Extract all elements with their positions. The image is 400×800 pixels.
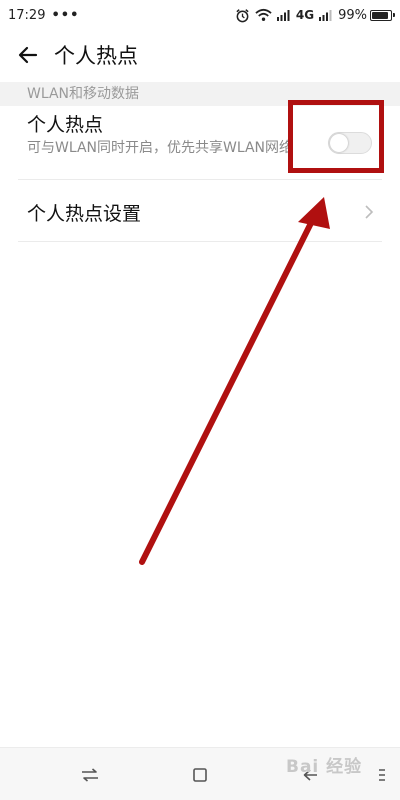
status-right: 4G 99% [230, 7, 395, 23]
status-bar: 17:29 ••• 4G 99% [0, 0, 400, 30]
switch-apps-button[interactable] [78, 764, 102, 786]
battery-icon [370, 9, 395, 21]
hotspot-description: 可与WLAN同时开启，优先共享WLAN网络 [27, 140, 294, 156]
navigation-bar [0, 747, 400, 800]
hotspot-toggle-row[interactable]: 个人热点 可与WLAN同时开启，优先共享WLAN网络 [18, 106, 382, 180]
hotspot-toggle-switch[interactable] [328, 132, 372, 154]
menu-icon [379, 769, 385, 781]
page-title: 个人热点 [54, 44, 138, 68]
wifi-icon [255, 8, 272, 22]
network-type: 4G [295, 8, 315, 22]
alarm-icon [235, 8, 250, 23]
back-icon [303, 769, 317, 781]
signal-icon [276, 9, 291, 21]
home-button[interactable] [188, 764, 212, 786]
back-button[interactable] [8, 35, 48, 75]
switch-apps-icon [82, 768, 98, 782]
home-icon [193, 768, 207, 782]
toggle-knob [330, 134, 348, 152]
hotspot-title: 个人热点 [27, 114, 104, 136]
signal-icon-2 [319, 9, 333, 21]
status-left: 17:29 ••• [8, 8, 79, 23]
chevron-right-icon [365, 205, 374, 219]
hotspot-settings-row[interactable]: 个人热点设置 [18, 180, 382, 242]
battery-percent: 99% [338, 7, 367, 23]
status-time: 17:29 [8, 7, 46, 23]
menu-button[interactable] [370, 764, 394, 786]
section-header: WLAN和移动数据 [0, 82, 400, 106]
battery-fill [372, 11, 388, 19]
status-dots: ••• [51, 7, 80, 23]
hotspot-settings-label: 个人热点设置 [27, 203, 142, 225]
toolbar: 个人热点 [0, 30, 400, 80]
nav-back-button[interactable] [298, 764, 322, 786]
back-arrow-icon [18, 46, 38, 64]
